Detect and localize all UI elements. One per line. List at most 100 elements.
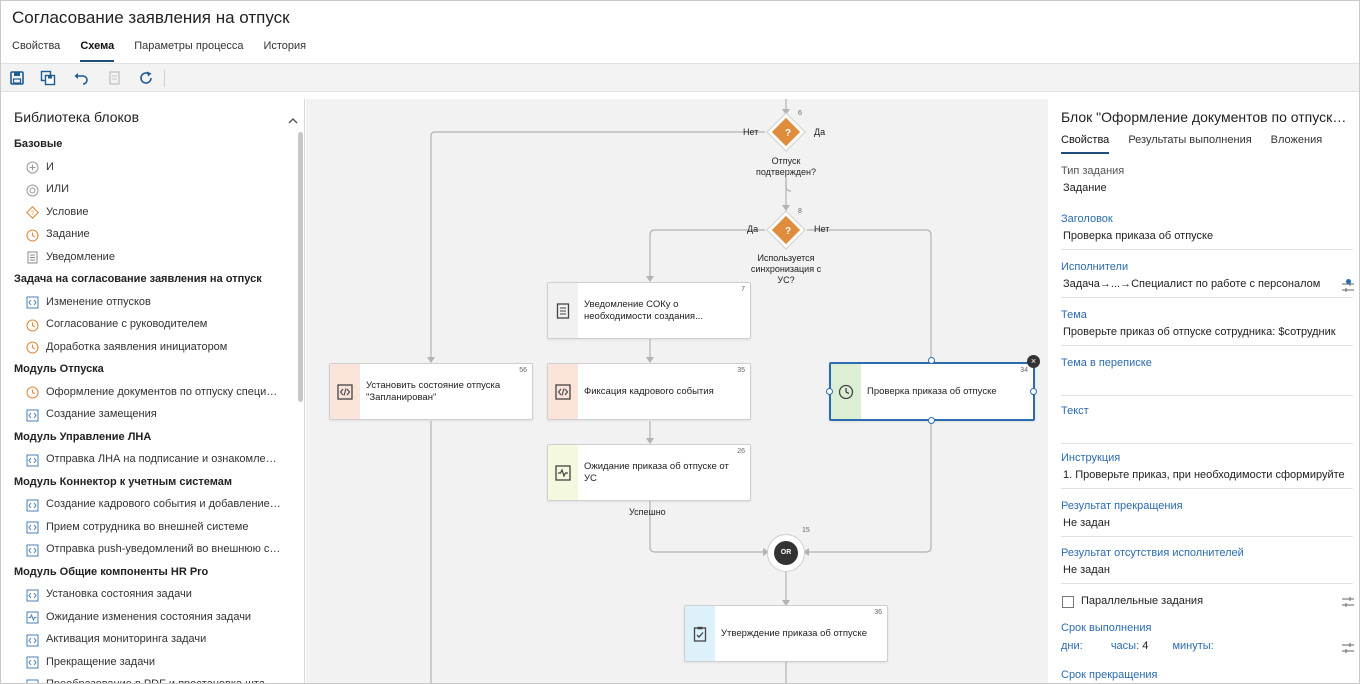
library-item[interactable]: Прекращение задачи [1,651,297,674]
edge-label-yes: Да [747,224,759,234]
save-icon[interactable] [9,70,25,86]
executors-input[interactable]: Задача→...→Специалист по работе с персон… [1061,278,1353,298]
library-item-label: Создание кадрового события и добавление … [46,498,282,511]
library-item[interactable]: Создание кадрового события и добавление … [1,493,297,516]
library-item[interactable]: ИЛИ [1,178,297,201]
code-icon [26,520,39,534]
library-item-label: Установка состояния задачи [46,588,192,601]
library-item[interactable]: Ожидание изменения состояния задачи [1,606,297,629]
deadline-row: дни: часы: 4 минуты: [1061,640,1214,652]
block-approval-36[interactable]: Утверждение приказа об отпуске 36 [684,605,888,662]
block-title: Установить состояние отпуска "Запланиров… [366,379,501,403]
undo-icon[interactable] [73,70,89,86]
block-notification-7[interactable]: Уведомление СОКу о необходимости создани… [547,282,751,339]
scheme-canvas[interactable]: ? 6 Нет Да Отпуск подтвержден? ? 8 Да Нет… [306,99,1048,683]
or-gateway-15[interactable]: OR [767,534,805,572]
clock-icon [26,385,39,399]
library-item-label: Прием сотрудника во внешней системе [46,520,249,533]
or-label: OR [774,541,798,565]
library-item[interactable]: Установка состояния задачи [1,583,297,606]
field-subject: Тема Проверьте приказ об отпуске сотрудн… [1061,309,1353,346]
tab-properties[interactable]: Свойства [12,40,60,62]
tab-history[interactable]: История [263,40,306,62]
copy-icon[interactable] [107,70,123,86]
tab-attachments[interactable]: Вложения [1271,134,1323,154]
chevron-up-icon[interactable] [288,112,298,124]
wave-icon [26,610,39,624]
library-item[interactable]: Преобразование в PDF и простановка штамп… [1,673,297,683]
properties-title: Блок "Оформление документов по отпуску с… [1061,109,1353,125]
connect-handle-right[interactable] [1030,388,1037,395]
library-title: Библиотека блоков [14,109,140,125]
settings-sliders-icon[interactable] [1342,595,1354,607]
parallel-tasks-checkbox[interactable] [1062,596,1074,608]
library-item[interactable]: Согласование с руководителем [1,313,297,336]
library-item[interactable]: Отправка ЛНА на подписание и ознакомлени… [1,448,297,471]
subject-correspondence-input[interactable] [1061,374,1353,396]
clock-icon [26,318,39,332]
library-item[interactable]: Оформление документов по отпуску специал… [1,381,297,404]
properties-tabs: Свойства Результаты выполнения Вложения [1061,134,1341,154]
library-item[interactable]: ? Условие [1,201,297,224]
library-item[interactable]: Создание замещения [1,403,297,426]
library-item[interactable]: Отправка push-уведомлений во внешнюю сис… [1,538,297,561]
block-number: 7 [741,286,745,293]
code-icon [26,678,39,683]
library-item[interactable]: Доработка заявления инициатором [1,336,297,359]
connect-handle-top[interactable] [928,357,935,364]
header-input[interactable]: Проверка приказа об отпуске [1061,230,1353,250]
block-wait-26[interactable]: Ожидание приказа об отпуске от УС 26 [547,444,751,501]
toolbar-separator [164,70,165,87]
condition-label: Отпуск подтвержден? [756,156,816,177]
connect-handle-bottom[interactable] [928,417,935,424]
library-item[interactable]: Активация мониторинга задачи [1,628,297,651]
question-icon: ? [785,128,792,140]
library-item[interactable]: Уведомление [1,246,297,269]
tab-scheme[interactable]: Схема [80,40,115,62]
library-item-label: ИЛИ [46,183,70,196]
library-item[interactable]: Изменение отпусков [1,291,297,314]
save-as-icon[interactable] [40,70,56,86]
edge-label-yes: Да [814,127,826,137]
block-number: 36 [874,609,882,616]
block-task-34[interactable]: Проверка приказа об отпуске 34 [829,362,1035,421]
edge-label-no: Нет [743,127,759,137]
block-number: 56 [519,367,527,374]
text-input[interactable] [1061,422,1353,444]
block-script-35[interactable]: Фиксация кадрового события 35 [547,363,751,420]
block-number: 8 [798,208,802,215]
refresh-icon[interactable] [138,70,154,86]
subject-input[interactable]: Проверьте приказ об отпуске сотрудника: … [1061,326,1353,346]
library-group-header: Базовые [14,138,63,150]
close-icon[interactable]: × [1027,355,1040,368]
main-tabs: Свойства Схема Параметры процесса Истори… [12,40,326,62]
code-icon [26,655,39,669]
library-group-header: Задача на согласование заявления на отпу… [14,273,262,285]
connect-handle-left[interactable] [826,388,833,395]
library-item[interactable]: И [1,156,297,179]
library-scrollbar[interactable] [298,132,303,402]
library-item[interactable]: Прием сотрудника во внешней системе [1,516,297,539]
clock-icon [831,364,861,419]
library-item-label: Активация мониторинга задачи [46,633,207,646]
edge-label-success: Успешно [629,507,666,517]
stop-result-select[interactable]: Не задан [1061,517,1353,537]
field-header: Заголовок Проверка приказа об отпуске [1061,213,1353,250]
block-script-56[interactable]: Установить состояние отпуска "Запланиров… [329,363,533,420]
block-title: Фиксация кадрового события [584,385,714,397]
code-icon [26,498,39,512]
hours-input[interactable]: 4 [1142,640,1148,652]
tab-block-properties[interactable]: Свойства [1061,134,1110,154]
tab-execution-results[interactable]: Результаты выполнения [1128,134,1251,154]
settings-sliders-icon[interactable] [1342,641,1354,653]
instruction-input[interactable]: 1. Проверьте приказ, при необходимости с… [1061,469,1353,489]
tab-process-params[interactable]: Параметры процесса [134,40,243,62]
library-item[interactable]: Задание [1,223,297,246]
no-executors-result-select[interactable]: Не задан [1061,564,1353,584]
library-group-header: Модуль Отпуска [14,363,104,375]
field-subject-correspondence: Тема в переписке [1061,357,1353,396]
code-icon [26,588,39,602]
block-number: 15 [802,527,810,534]
library-group-header: Модуль Общие компоненты HR Pro [14,565,209,578]
block-number: 34 [1020,367,1028,374]
